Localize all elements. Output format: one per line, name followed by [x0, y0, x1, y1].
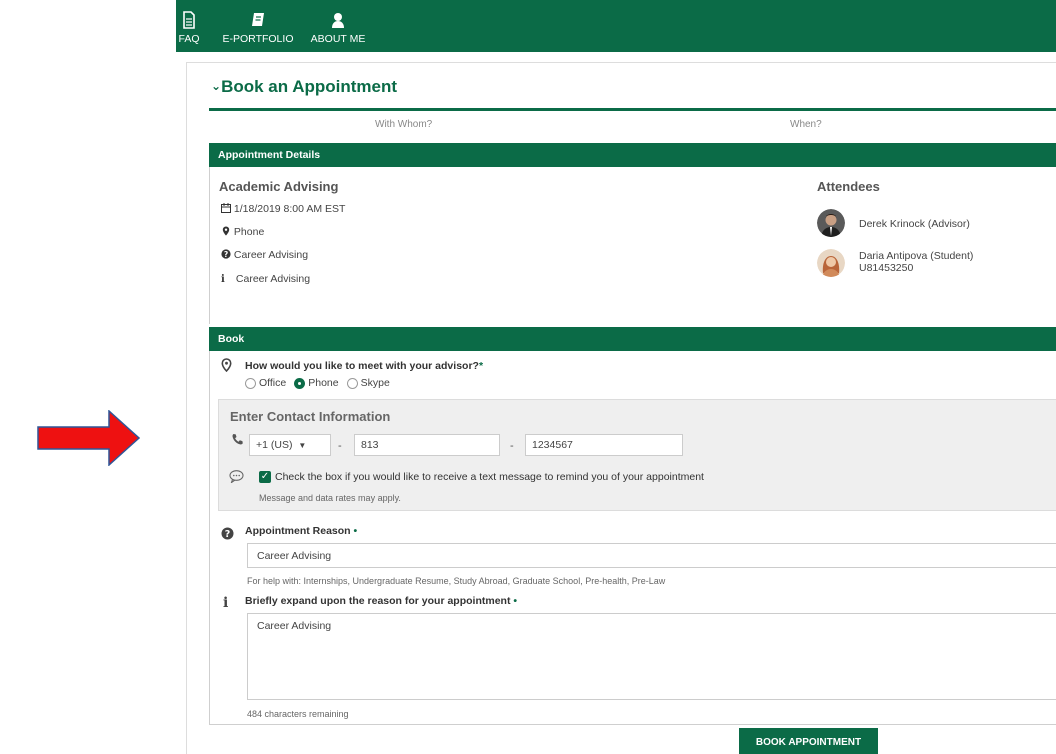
- appointment-reason-label: Appointment Reason •: [245, 525, 358, 537]
- radio-skype[interactable]: [346, 377, 358, 389]
- appointment-reason: ? Career Advising: [221, 249, 308, 261]
- appointment-reason-select[interactable]: Career Advising: [247, 543, 1056, 568]
- appointment-location: Phone: [221, 226, 264, 238]
- booking-page: ⌄Book an Appointment With Whom? When? Ap…: [186, 62, 1056, 754]
- book-appointment-button[interactable]: BOOK APPOINTMENT: [739, 728, 878, 754]
- svg-text:?: ?: [225, 529, 231, 540]
- radio-phone-label[interactable]: Phone: [308, 377, 338, 389]
- book-icon: [252, 13, 264, 26]
- nav-label-faq: FAQ: [178, 33, 200, 45]
- appointment-details-header: Appointment Details: [209, 143, 1056, 167]
- sms-reminder-checkbox[interactable]: ✓: [259, 471, 271, 483]
- phone-separator-1: -: [338, 440, 342, 452]
- question-circle-icon: ?: [221, 249, 231, 259]
- meet-question-label: How would you like to meet with your adv…: [245, 360, 484, 372]
- user-icon: [332, 13, 344, 28]
- page-title[interactable]: ⌄Book an Appointment: [211, 77, 397, 97]
- svg-text:?: ?: [224, 250, 228, 259]
- nav-item-e-portfolio[interactable]: E-PORTFOLIO: [218, 0, 298, 52]
- appointment-type-title: Academic Advising: [219, 179, 339, 194]
- appointment-info: i Career Advising: [221, 273, 311, 285]
- attendee-student-name: Daria Antipova (Student): [859, 250, 974, 262]
- top-navigation-bar: FAQ E-PORTFOLIO ABOUT ME: [176, 0, 1056, 52]
- step-when[interactable]: When?: [790, 119, 822, 130]
- attendee-advisor-name: Derek Krinock (Advisor): [859, 218, 970, 230]
- map-marker-outline-icon: [221, 358, 232, 375]
- attendees-title: Attendees: [817, 179, 880, 194]
- appointment-datetime: 1/18/2019 8:00 AM EST: [221, 203, 345, 215]
- radio-office-label[interactable]: Office: [259, 377, 286, 389]
- meeting-method-radio-group: Office Phone Skype: [245, 377, 398, 389]
- phone-separator-2: -: [510, 440, 514, 452]
- required-marker: *: [478, 360, 484, 372]
- document-icon: [183, 11, 195, 29]
- comment-icon: [229, 470, 244, 486]
- contact-information-title: Enter Contact Information: [230, 409, 391, 424]
- area-code-input[interactable]: 813: [354, 434, 500, 456]
- expand-reason-label: Briefly expand upon the reason for your …: [245, 595, 518, 607]
- chevron-down-icon: ⌄: [211, 79, 222, 93]
- book-header: Book: [209, 327, 1056, 351]
- radio-phone[interactable]: [294, 377, 306, 389]
- info-icon: i: [221, 274, 225, 285]
- question-circle-icon: ?: [221, 527, 234, 543]
- expand-reason-textarea[interactable]: Career Advising: [247, 613, 1056, 700]
- step-with-whom[interactable]: With Whom?: [375, 119, 432, 130]
- appointment-details-panel: [209, 143, 1056, 324]
- attendee-student-id: U81453250: [859, 262, 914, 274]
- nav-label-about-me: ABOUT ME: [310, 33, 366, 45]
- required-dot: •: [353, 525, 358, 537]
- map-marker-icon: [222, 226, 230, 236]
- required-dot: •: [513, 595, 518, 607]
- phone-icon: [231, 433, 244, 449]
- caret-down-icon: ▼: [298, 441, 307, 450]
- avatar-advisor: [817, 209, 845, 237]
- sms-reminder-label[interactable]: Check the box if you would like to recei…: [275, 471, 704, 483]
- info-icon: i: [223, 595, 229, 611]
- nav-label-e-portfolio: E-PORTFOLIO: [222, 33, 294, 45]
- avatar-student: [817, 249, 845, 277]
- phone-number-input[interactable]: 1234567: [525, 434, 683, 456]
- nav-item-about-me[interactable]: ABOUT ME: [306, 0, 370, 52]
- title-divider: [209, 108, 1056, 111]
- country-code-select[interactable]: +1 (US) ▼: [249, 434, 331, 456]
- radio-office[interactable]: [245, 377, 256, 389]
- characters-remaining: 484 characters remaining: [247, 709, 349, 719]
- radio-skype-label[interactable]: Skype: [361, 377, 390, 389]
- rates-note: Message and data rates may apply.: [259, 493, 401, 503]
- nav-item-faq[interactable]: FAQ: [172, 0, 206, 52]
- calendar-icon: [221, 203, 231, 213]
- attendee-student: Daria Antipova (Student) U81453250: [859, 250, 973, 274]
- reason-help-text: For help with: Internships, Undergraduat…: [247, 576, 666, 586]
- red-arrow-annotation: [37, 410, 140, 466]
